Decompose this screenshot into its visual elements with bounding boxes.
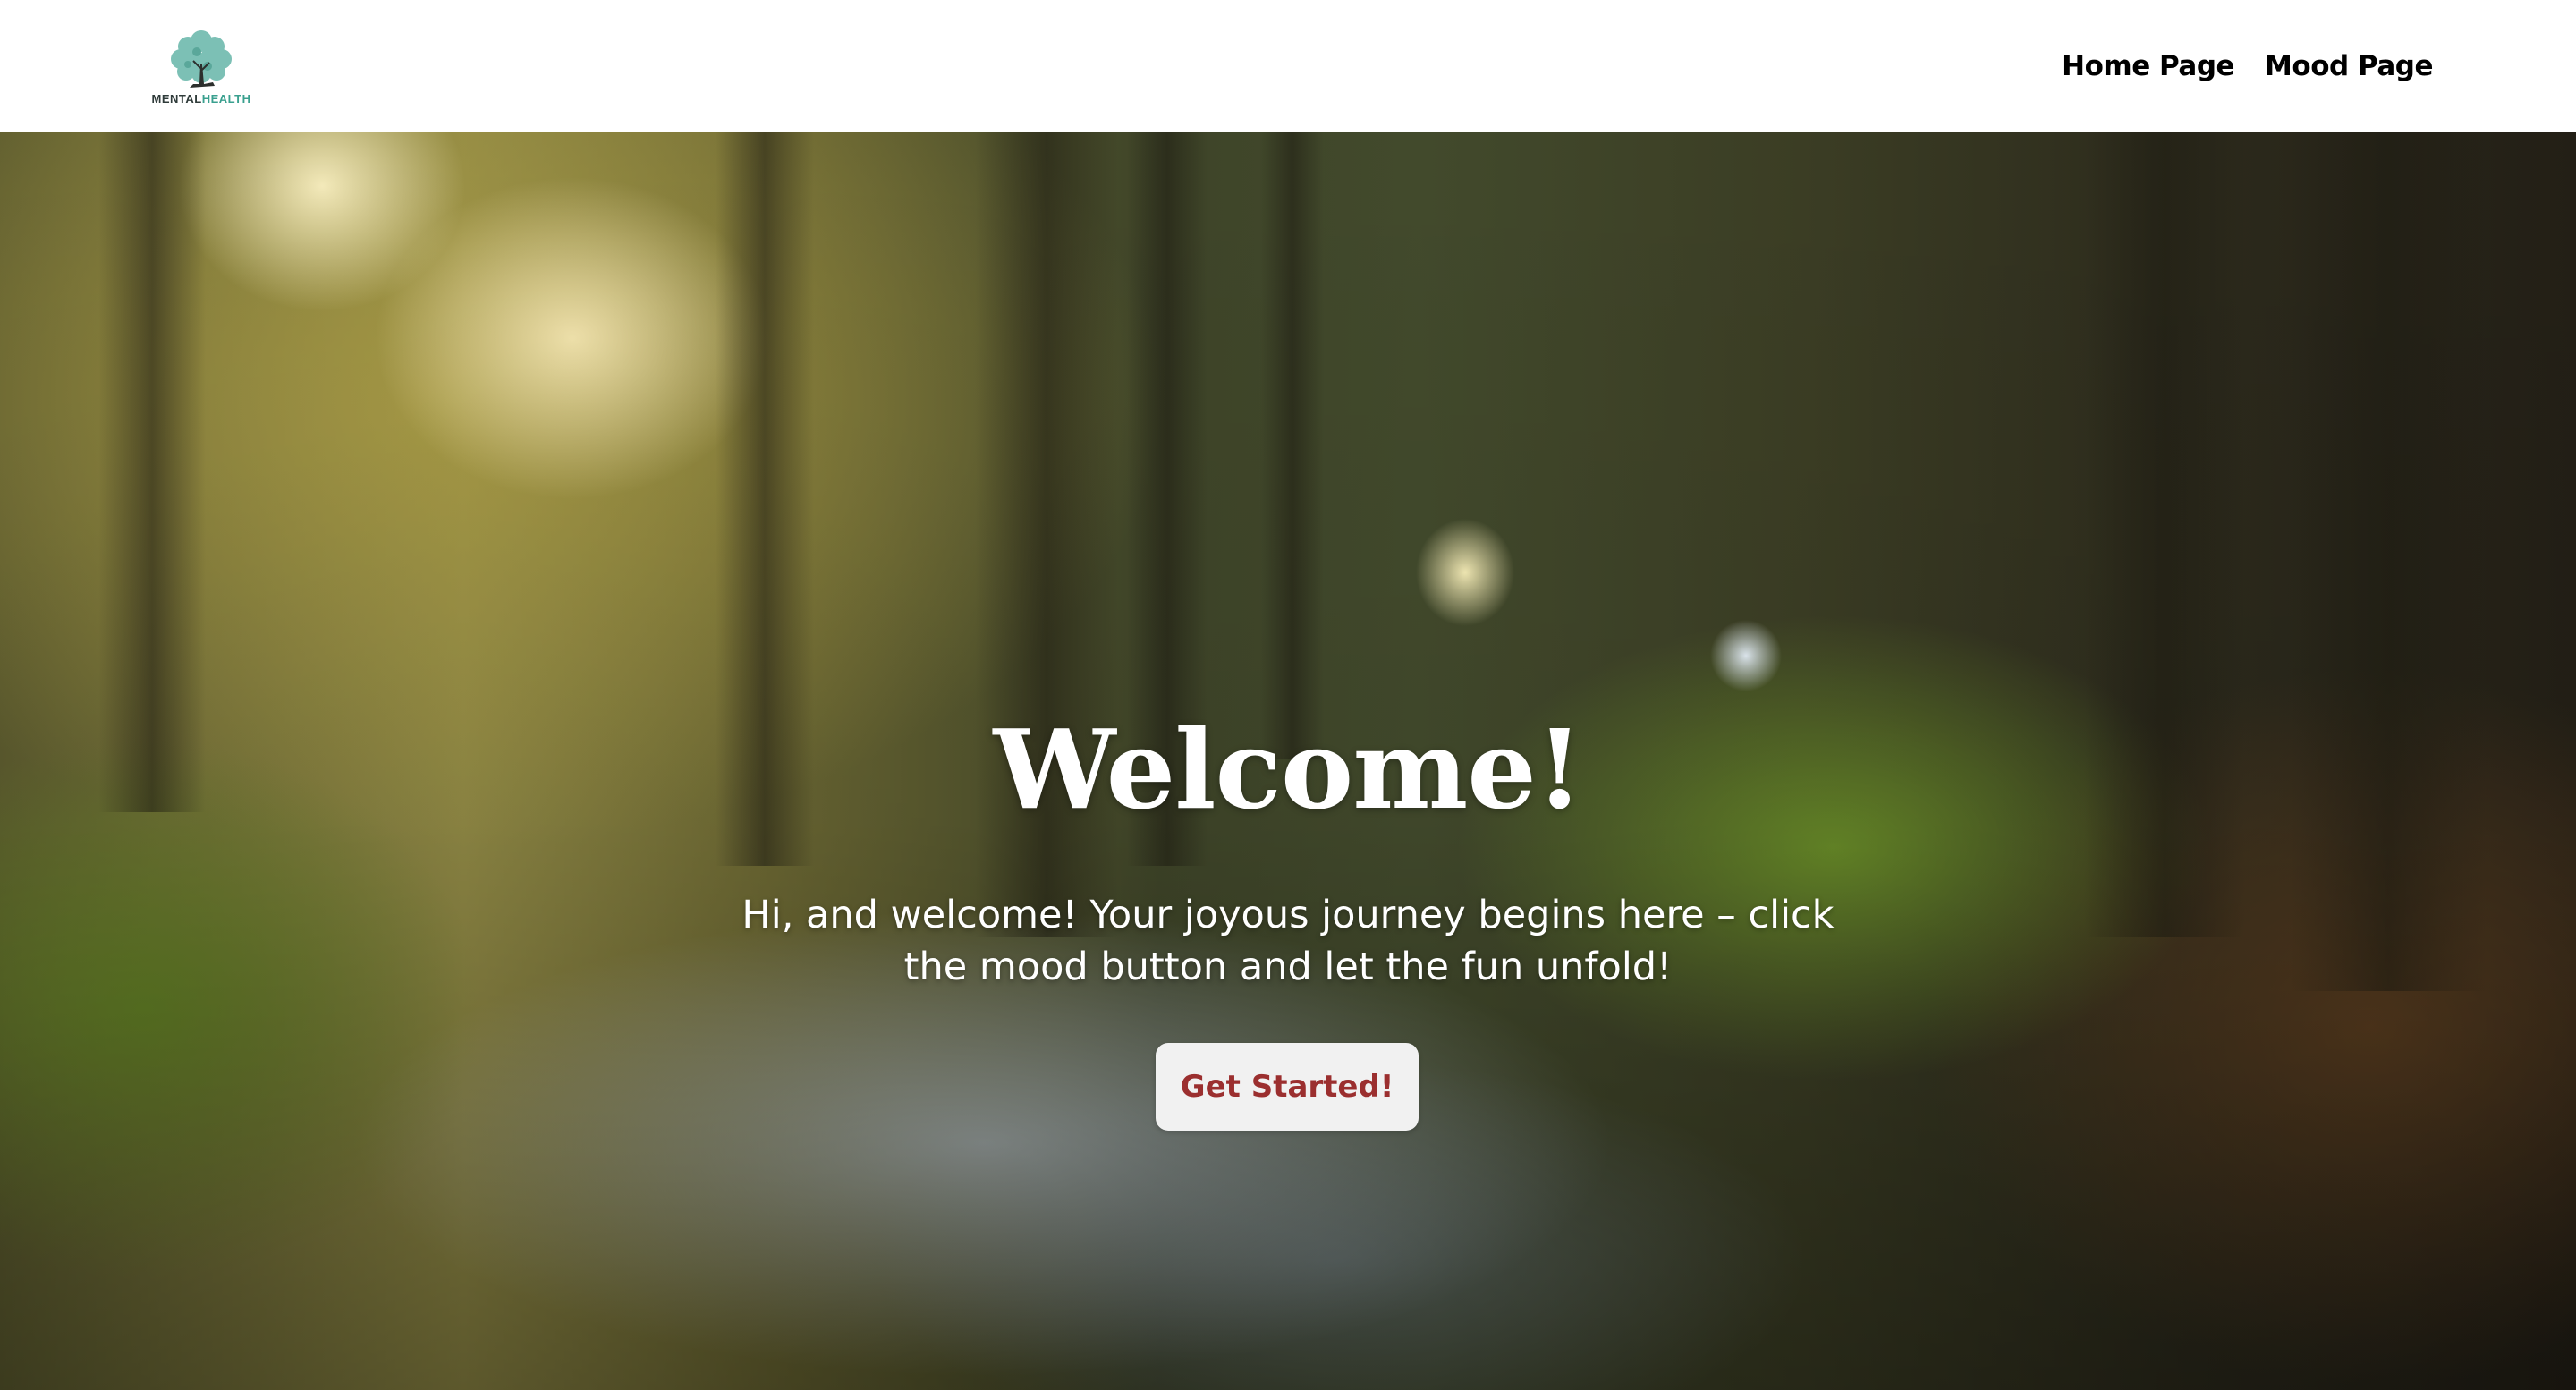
nav-home-link[interactable]: Home Page (2062, 50, 2234, 82)
get-started-button[interactable]: Get Started! (1156, 1043, 1419, 1131)
brand-word-mental: MENTAL (151, 91, 202, 106)
nav-links: Home Page Mood Page (2062, 50, 2433, 82)
hero-subtitle: Hi, and welcome! Your joyous journey beg… (741, 893, 1835, 989)
tree-trunk-shape (2290, 132, 2487, 991)
navbar: MENTALHEALTH Home Page Mood Page (0, 0, 2576, 132)
hero-section: Welcome! Hi, and welcome! Your joyous jo… (0, 132, 2576, 1390)
brand-name: MENTALHEALTH (152, 93, 251, 105)
brand-word-health: HEALTH (201, 91, 251, 106)
nav-mood-link[interactable]: Mood Page (2265, 50, 2433, 82)
brand-logo[interactable]: MENTALHEALTH (143, 29, 259, 105)
hero-title: Welcome! (993, 705, 1584, 834)
tree-icon (171, 30, 232, 88)
tree-trunk-shape (1261, 132, 1324, 759)
